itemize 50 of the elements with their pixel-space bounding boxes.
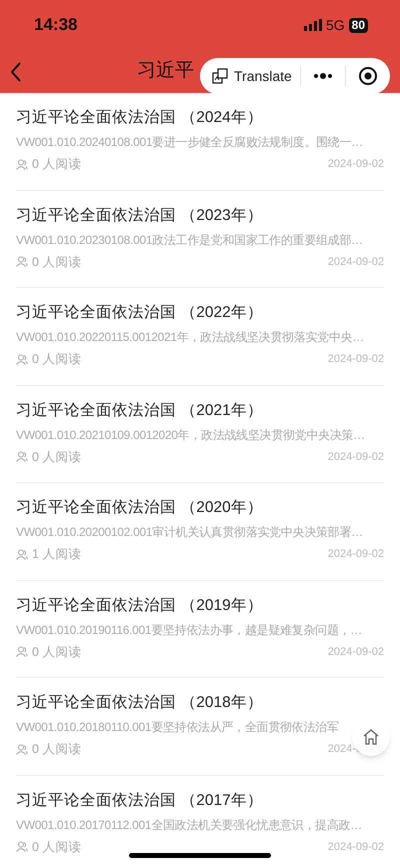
readers-icon — [16, 548, 28, 560]
article-title[interactable]: 习近平论全面依法治国 （2020年） — [16, 497, 384, 519]
article-date: 2024-09-02 — [328, 157, 384, 172]
article-title[interactable]: 习近平论全面依法治国 （2023年） — [16, 204, 384, 226]
article-date: 2024-09-02 — [328, 352, 384, 368]
article-title[interactable]: 习近平论全面依法治国 （2024年） — [16, 107, 384, 129]
readers-icon — [16, 451, 28, 462]
article-date: 2024-09-02 — [328, 547, 384, 562]
close-icon[interactable] — [358, 66, 378, 86]
article-summary: VW001.010.20190116.001要坚持依法办事，越是疑难复杂问题，… — [16, 622, 362, 638]
read-count: 0 人阅读 — [32, 838, 82, 856]
article-date: 2024-09-02 — [328, 254, 384, 270]
read-count: 0 人阅读 — [32, 351, 82, 368]
article-summary: VW001.010.20170112.001全国政法机关要强化忧患意识，提高政… — [16, 816, 362, 834]
translate-button[interactable]: Translate — [200, 58, 300, 94]
article-summary: VW001.010.20210109.0012020年，政法战线坚决贯彻党中央决策… — [16, 426, 365, 444]
read-count: 0 人阅读 — [32, 644, 82, 660]
readers-icon — [16, 841, 28, 852]
read-count: 0 人阅读 — [32, 254, 82, 270]
signal-icon — [304, 19, 322, 31]
article-date: 2024-09-02 — [328, 644, 384, 660]
article-title[interactable]: 习近平论全面依法治国 （2017年） — [16, 790, 384, 812]
article-summary: VW001.010.20220115.0012021年，政法战线坚决贯彻落实党中央… — [16, 329, 364, 346]
translate-icon — [212, 68, 228, 84]
back-icon[interactable] — [10, 62, 22, 82]
read-count: 0 人阅读 — [32, 156, 82, 173]
battery-level: 80 — [348, 18, 368, 32]
article-date: 2024-09-02 — [328, 840, 384, 855]
readers-icon — [16, 646, 28, 658]
article-title[interactable]: 习近平论全面依法治国 （2018年） — [16, 692, 384, 714]
article-summary: VW001.010.20240108.001要进一步健全反腐败法规制度。围绕一… — [16, 134, 363, 151]
home-icon — [362, 728, 380, 746]
article-date: 2024-09-02 — [328, 450, 384, 465]
page-title: 习近平 — [137, 59, 194, 84]
readers-icon — [16, 744, 28, 755]
article-title[interactable]: 习近平论全面依法治国 （2021年） — [16, 400, 384, 422]
read-count: 0 人阅读 — [32, 741, 82, 758]
article-title[interactable]: 习近平论全面依法治国 （2022年） — [16, 302, 384, 324]
article-summary: VW001.010.20230108.001政法工作是党和国家工作的重要组成部… — [16, 232, 363, 248]
status-time: 14:38 — [34, 14, 78, 36]
read-count: 0 人阅读 — [32, 448, 82, 466]
network-label: 5G — [326, 16, 345, 34]
readers-icon — [16, 354, 28, 365]
more-icon[interactable] — [312, 73, 333, 79]
article-summary: VW001.010.20180110.001要坚持依法从严，全面贯彻依法治军 — [16, 719, 338, 736]
article-summary: VW001.010.20200102.001审计机关认真贯彻落实党中央决策部署… — [16, 524, 363, 541]
readers-icon — [16, 158, 28, 170]
readers-icon — [16, 256, 28, 268]
article-title[interactable]: 习近平论全面依法治国 （2019年） — [16, 594, 384, 616]
read-count: 1 人阅读 — [32, 546, 82, 563]
